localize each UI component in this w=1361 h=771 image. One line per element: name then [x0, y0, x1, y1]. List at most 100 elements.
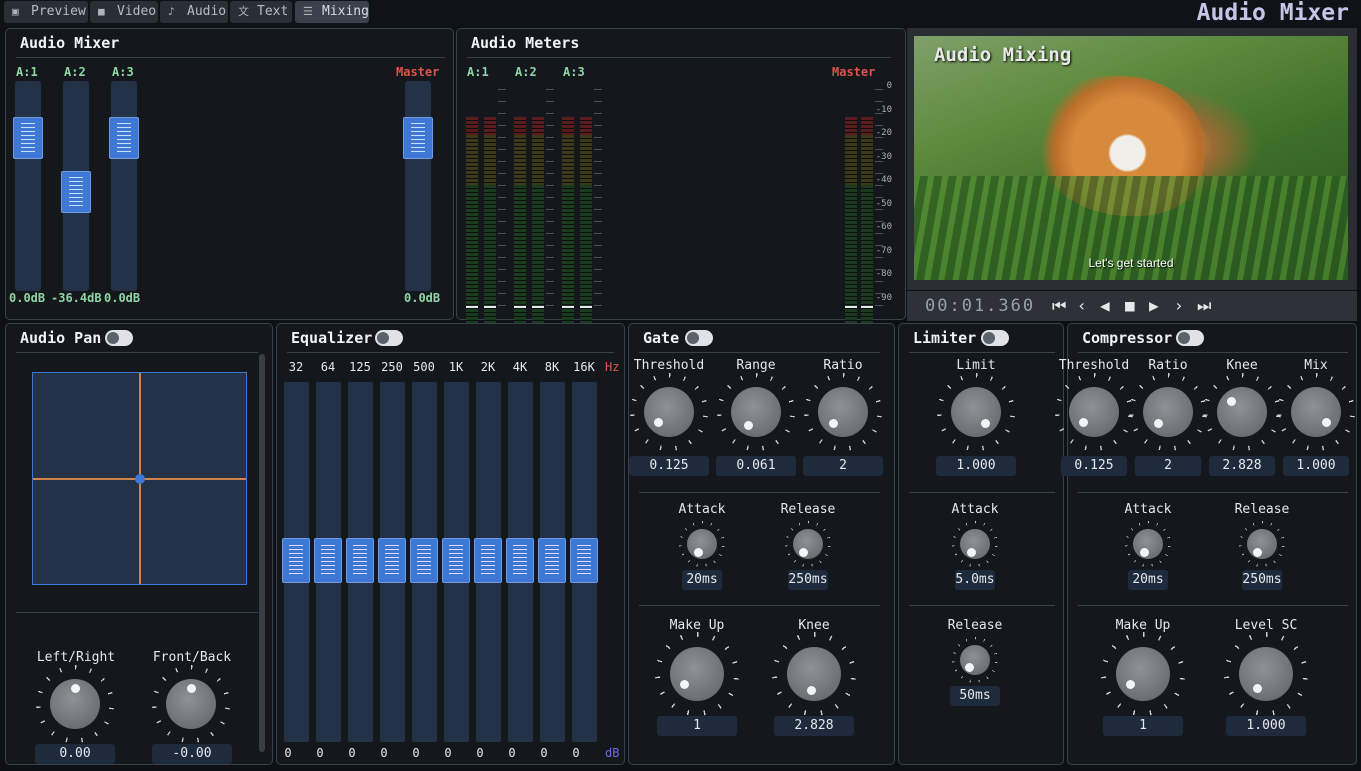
pan-front-back-knob[interactable]: [166, 679, 216, 729]
comp-threshold-knob[interactable]: [1069, 387, 1119, 437]
eq-slider-handle[interactable]: [538, 538, 566, 583]
gate-ratio-knob[interactable]: [818, 387, 868, 437]
skip-start-icon[interactable]: ⏮: [1052, 297, 1066, 315]
meter-tick: [594, 209, 602, 210]
limiter-release-knob[interactable]: [960, 645, 990, 675]
comp-release-value[interactable]: 250ms: [1242, 570, 1282, 590]
gate-makeup-knob[interactable]: [670, 647, 724, 701]
comp-knee-value[interactable]: 2.828: [1209, 456, 1275, 476]
eq-toggle[interactable]: [375, 330, 403, 346]
knob-indicator: [694, 548, 704, 558]
comp-makeup-label: Make Up: [1115, 618, 1171, 633]
meter-tick: [498, 245, 506, 246]
comp-attack-value[interactable]: 20ms: [1128, 570, 1168, 590]
limiter-release-value[interactable]: 50ms: [950, 686, 1000, 706]
fader-track-a3[interactable]: [111, 81, 137, 291]
meter-tick: [498, 161, 506, 162]
knob-indicator: [1252, 547, 1262, 557]
eq-slider-handle[interactable]: [506, 538, 534, 583]
gate-range-knob[interactable]: [731, 387, 781, 437]
comp-attack-knob[interactable]: [1133, 529, 1163, 559]
eq-slider-handle[interactable]: [346, 538, 374, 583]
gate-makeup-value[interactable]: 1: [657, 716, 737, 736]
play-reverse-icon[interactable]: ◀: [1100, 297, 1110, 315]
gate-knee-knob[interactable]: [787, 647, 841, 701]
meter-tick: [594, 233, 602, 234]
limiter-attack-knob[interactable]: [960, 529, 990, 559]
front-back-value[interactable]: -0.00: [152, 744, 232, 764]
fader-handle-master[interactable]: [403, 117, 433, 159]
compressor-toggle[interactable]: [1176, 330, 1204, 346]
prev-frame-icon[interactable]: ‹: [1077, 297, 1087, 315]
meter-scale-label: -20: [875, 128, 892, 138]
eq-slider-handle[interactable]: [282, 538, 310, 583]
comp-levelsc-value[interactable]: 1.000: [1226, 716, 1306, 736]
gate-range-value[interactable]: 0.061: [716, 456, 796, 476]
eq-slider-handle[interactable]: [570, 538, 598, 583]
next-frame-icon[interactable]: ›: [1174, 297, 1184, 315]
fader-handle-a2[interactable]: [61, 171, 91, 213]
gate-threshold-value[interactable]: 0.125: [629, 456, 709, 476]
gate-attack-knob[interactable]: [687, 529, 717, 559]
pan-position-dot[interactable]: [135, 474, 145, 484]
comp-knee-knob[interactable]: [1217, 387, 1267, 437]
pan-toggle[interactable]: [105, 330, 133, 346]
limiter-limit-value[interactable]: 1.000: [936, 456, 1016, 476]
skip-end-icon[interactable]: ⏭: [1197, 297, 1211, 315]
fader-handle-a1[interactable]: [13, 117, 43, 159]
fader-track-master[interactable]: [405, 81, 431, 291]
comp-mix-value[interactable]: 1.000: [1283, 456, 1349, 476]
tab-text[interactable]: 文 Text: [230, 1, 292, 23]
stop-icon[interactable]: ■: [1125, 297, 1135, 315]
gate-ratio-value[interactable]: 2: [803, 456, 883, 476]
eq-slider-handle[interactable]: [442, 538, 470, 583]
gate-attack-value[interactable]: 20ms: [682, 570, 722, 590]
comp-attack-label: Attack: [1124, 502, 1172, 517]
eq-slider-handle[interactable]: [474, 538, 502, 583]
meter-tick: [546, 293, 554, 294]
gate-knee-value[interactable]: 2.828: [774, 716, 854, 736]
limiter-limit-knob[interactable]: [951, 387, 1001, 437]
gate-release-value[interactable]: 250ms: [788, 570, 828, 590]
meter-label-master: Master: [832, 65, 876, 79]
meter-tick: [498, 173, 506, 174]
meter-tick: [875, 305, 883, 306]
pan-pad[interactable]: [32, 372, 247, 585]
tab-video[interactable]: ■ Video: [90, 1, 158, 23]
play-icon[interactable]: ▶: [1149, 297, 1159, 315]
gate-threshold-knob[interactable]: [644, 387, 694, 437]
comp-mix-knob[interactable]: [1291, 387, 1341, 437]
fader-track-a1[interactable]: [15, 81, 41, 291]
limiter-attack-value[interactable]: 5.0ms: [955, 570, 995, 590]
tab-preview[interactable]: ▣ Preview: [4, 1, 88, 23]
meter-tick: [594, 245, 602, 246]
level-meter-bar: [562, 117, 574, 337]
pan-left-right-knob[interactable]: [50, 679, 100, 729]
eq-slider-handle[interactable]: [410, 538, 438, 583]
comp-release-knob[interactable]: [1247, 529, 1277, 559]
knob-indicator: [743, 420, 753, 430]
comp-makeup-knob[interactable]: [1116, 647, 1170, 701]
meter-scale-label: -80: [875, 269, 892, 279]
comp-ratio-knob[interactable]: [1143, 387, 1193, 437]
panel-title: Audio Mixer: [20, 34, 120, 52]
gate-release-knob[interactable]: [793, 529, 823, 559]
comp-ratio-value[interactable]: 2: [1135, 456, 1201, 476]
knob-indicator: [1226, 396, 1236, 406]
fader-handle-a3[interactable]: [109, 117, 139, 159]
comp-threshold-value[interactable]: 0.125: [1061, 456, 1127, 476]
limiter-toggle[interactable]: [981, 330, 1009, 346]
scrollbar[interactable]: [259, 354, 265, 752]
channel-label-a1: A:1: [16, 65, 38, 79]
meter-tick: [594, 113, 602, 114]
left-right-value[interactable]: 0.00: [35, 744, 115, 764]
comp-levelsc-knob[interactable]: [1239, 647, 1293, 701]
tab-audio[interactable]: ♪ Audio: [160, 1, 228, 23]
eq-slider-handle[interactable]: [314, 538, 342, 583]
video-preview[interactable]: Audio Mixing Let's get started: [907, 28, 1357, 290]
gate-toggle[interactable]: [685, 330, 713, 346]
eq-slider-handle[interactable]: [378, 538, 406, 583]
comp-makeup-value[interactable]: 1: [1103, 716, 1183, 736]
tab-mixing[interactable]: ☰ Mixing: [295, 1, 369, 23]
meter-tick: [875, 233, 883, 234]
